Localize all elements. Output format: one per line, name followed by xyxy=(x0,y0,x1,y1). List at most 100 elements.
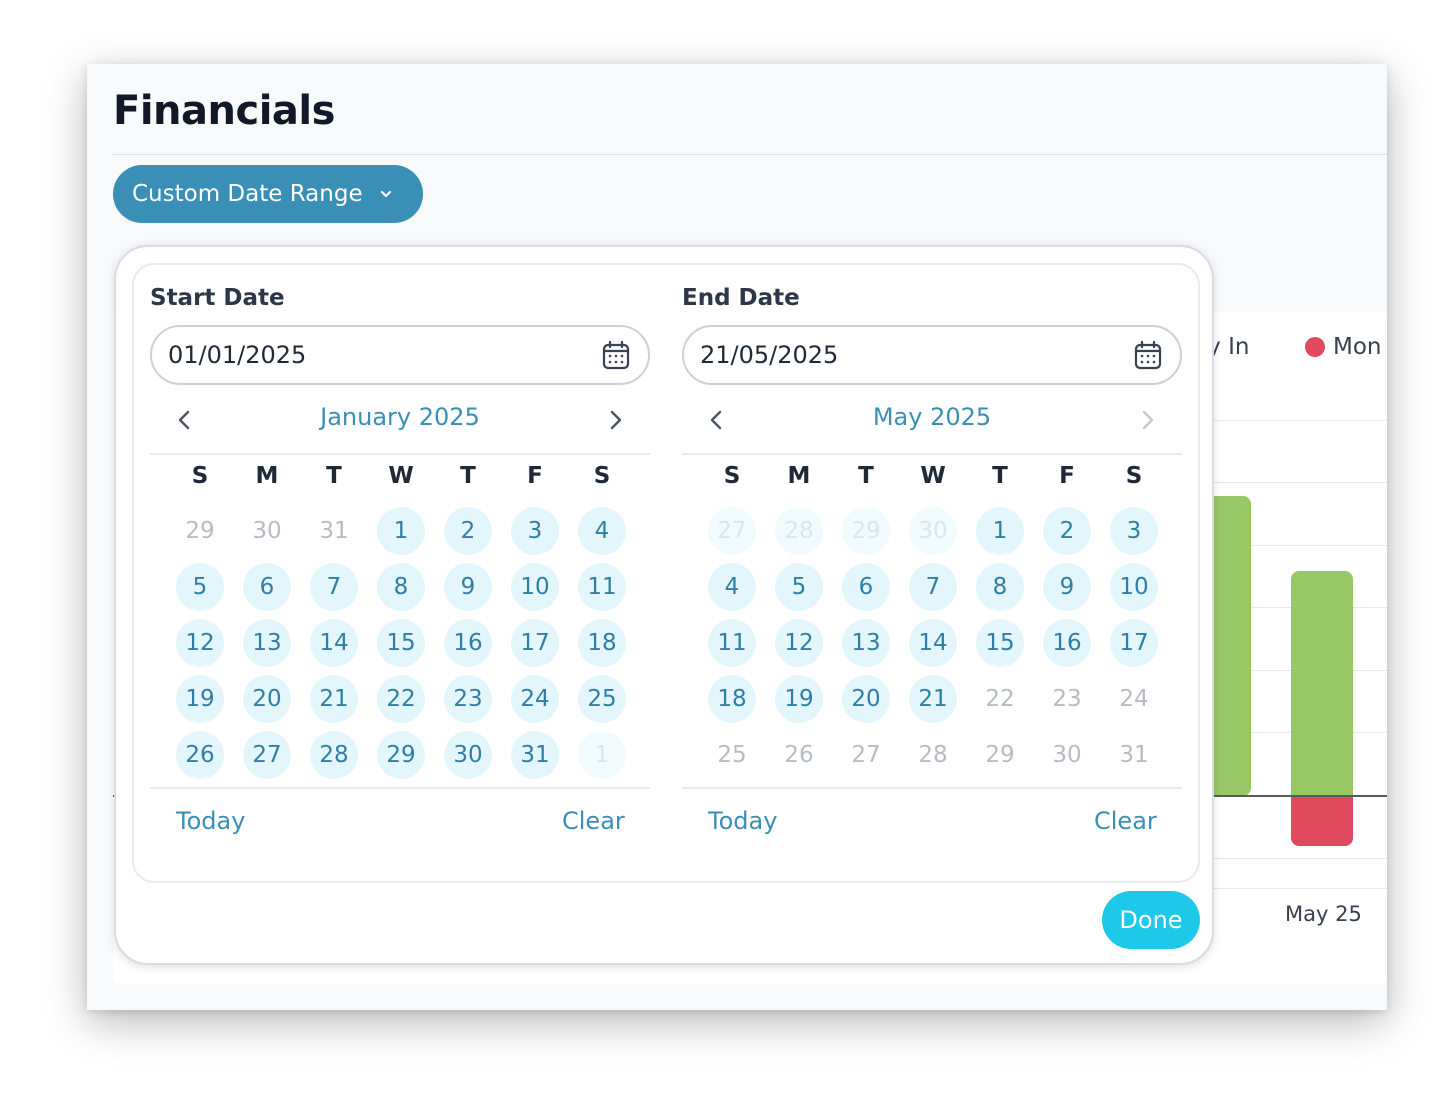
title-divider xyxy=(113,154,1387,155)
start-day-cell[interactable]: 19 xyxy=(176,675,224,723)
end-day-cell[interactable]: 8 xyxy=(976,563,1024,611)
financials-window: Financials Custom Date Range ey In Mon 2… xyxy=(87,64,1387,1010)
end-date-input[interactable] xyxy=(700,339,1100,371)
divider xyxy=(150,453,650,455)
end-day-cell[interactable]: 4 xyxy=(708,563,756,611)
start-day-cell[interactable]: 5 xyxy=(176,563,224,611)
start-today-link[interactable]: Today xyxy=(176,807,245,835)
start-day-cell[interactable]: 7 xyxy=(310,563,358,611)
weekday-header: S xyxy=(1125,463,1143,489)
start-day-cell[interactable]: 3 xyxy=(511,507,559,555)
weekday-header: F xyxy=(1059,463,1075,489)
chevron-right-icon[interactable] xyxy=(602,405,630,435)
start-day-cell[interactable]: 23 xyxy=(444,675,492,723)
end-day-cell[interactable]: 6 xyxy=(842,563,890,611)
bar-money-in-may xyxy=(1291,571,1353,797)
start-day-cell[interactable]: 6 xyxy=(243,563,291,611)
start-day-cell[interactable]: 29 xyxy=(377,731,425,779)
start-day-cell[interactable]: 4 xyxy=(578,507,626,555)
end-month-nav: May 2025 xyxy=(682,399,1182,443)
end-day-cell[interactable]: 2 xyxy=(1043,507,1091,555)
end-day-cell[interactable]: 12 xyxy=(775,619,823,667)
end-day-cell: 29 xyxy=(842,507,890,555)
start-day-cell: 31 xyxy=(319,518,349,544)
end-day-cell: 29 xyxy=(985,742,1015,768)
start-clear-link[interactable]: Clear xyxy=(562,807,625,835)
start-day-cell[interactable]: 28 xyxy=(310,731,358,779)
end-day-cell: 30 xyxy=(1052,742,1082,768)
start-day-cell[interactable]: 26 xyxy=(176,731,224,779)
end-date-field[interactable] xyxy=(682,325,1182,385)
start-day-cell[interactable]: 20 xyxy=(243,675,291,723)
end-day-cell[interactable]: 15 xyxy=(976,619,1024,667)
end-day-cell[interactable]: 21 xyxy=(909,675,957,723)
end-day-cell[interactable]: 19 xyxy=(775,675,823,723)
start-day-cell[interactable]: 14 xyxy=(310,619,358,667)
legend-item-money-out: Mon xyxy=(1305,334,1382,360)
end-day-cell[interactable]: 5 xyxy=(775,563,823,611)
end-month-title[interactable]: May 2025 xyxy=(682,403,1182,431)
start-date-input[interactable] xyxy=(168,339,568,371)
end-today-link[interactable]: Today xyxy=(708,807,777,835)
start-month-title[interactable]: January 2025 xyxy=(150,403,650,431)
start-date-field[interactable] xyxy=(150,325,650,385)
start-day-cell[interactable]: 30 xyxy=(444,731,492,779)
weekday-header: W xyxy=(388,463,414,489)
end-day-cell[interactable]: 10 xyxy=(1110,563,1158,611)
chevron-right-icon[interactable] xyxy=(1134,405,1162,435)
done-button[interactable]: Done xyxy=(1102,891,1200,949)
end-day-cell[interactable]: 16 xyxy=(1043,619,1091,667)
divider xyxy=(682,787,1182,789)
start-day-cell[interactable]: 9 xyxy=(444,563,492,611)
end-day-cell: 28 xyxy=(918,742,948,768)
calendar-icon[interactable] xyxy=(1134,340,1162,370)
weekday-header: W xyxy=(920,463,946,489)
end-day-cell[interactable]: 11 xyxy=(708,619,756,667)
end-day-cell: 27 xyxy=(708,507,756,555)
custom-date-range-button[interactable]: Custom Date Range xyxy=(113,165,423,223)
end-day-cell[interactable]: 9 xyxy=(1043,563,1091,611)
start-day-cell[interactable]: 18 xyxy=(578,619,626,667)
end-day-cell[interactable]: 18 xyxy=(708,675,756,723)
weekday-header: T xyxy=(326,463,342,489)
start-day-cell[interactable]: 16 xyxy=(444,619,492,667)
end-day-cell[interactable]: 3 xyxy=(1110,507,1158,555)
start-day-cell: 29 xyxy=(185,518,215,544)
weekday-header: S xyxy=(191,463,209,489)
start-day-cell[interactable]: 22 xyxy=(377,675,425,723)
start-day-cell[interactable]: 24 xyxy=(511,675,559,723)
date-range-popover: Start Date Januar xyxy=(114,245,1214,965)
start-day-cell[interactable]: 10 xyxy=(511,563,559,611)
end-day-cell: 23 xyxy=(1052,686,1082,712)
start-day-cell[interactable]: 13 xyxy=(243,619,291,667)
start-day-cell[interactable]: 25 xyxy=(578,675,626,723)
end-day-cell[interactable]: 17 xyxy=(1110,619,1158,667)
weekday-header-row: S M T W T F S xyxy=(682,463,1182,503)
end-day-cell[interactable]: 7 xyxy=(909,563,957,611)
end-clear-link[interactable]: Clear xyxy=(1094,807,1157,835)
divider xyxy=(150,787,650,789)
start-day-cell[interactable]: 21 xyxy=(310,675,358,723)
start-day-cell[interactable]: 31 xyxy=(511,731,559,779)
start-day-cell[interactable]: 27 xyxy=(243,731,291,779)
start-day-cell[interactable]: 11 xyxy=(578,563,626,611)
weekday-header: T xyxy=(858,463,874,489)
weekday-header: S xyxy=(593,463,611,489)
calendar-icon[interactable] xyxy=(602,340,630,370)
start-day-cell[interactable]: 1 xyxy=(377,507,425,555)
start-day-cell[interactable]: 15 xyxy=(377,619,425,667)
start-day-cell[interactable]: 8 xyxy=(377,563,425,611)
start-day-cell[interactable]: 17 xyxy=(511,619,559,667)
end-day-cell[interactable]: 13 xyxy=(842,619,890,667)
weekday-header: M xyxy=(255,463,279,489)
end-day-cell: 24 xyxy=(1119,686,1149,712)
start-day-cell[interactable]: 2 xyxy=(444,507,492,555)
end-day-cell[interactable]: 20 xyxy=(842,675,890,723)
legend-label-money-out: Mon xyxy=(1333,334,1382,360)
start-day-cell: 30 xyxy=(252,518,282,544)
end-day-cell[interactable]: 14 xyxy=(909,619,957,667)
start-day-cell[interactable]: 12 xyxy=(176,619,224,667)
end-day-cell[interactable]: 1 xyxy=(976,507,1024,555)
weekday-header: T xyxy=(460,463,476,489)
end-day-cell: 25 xyxy=(717,742,747,768)
